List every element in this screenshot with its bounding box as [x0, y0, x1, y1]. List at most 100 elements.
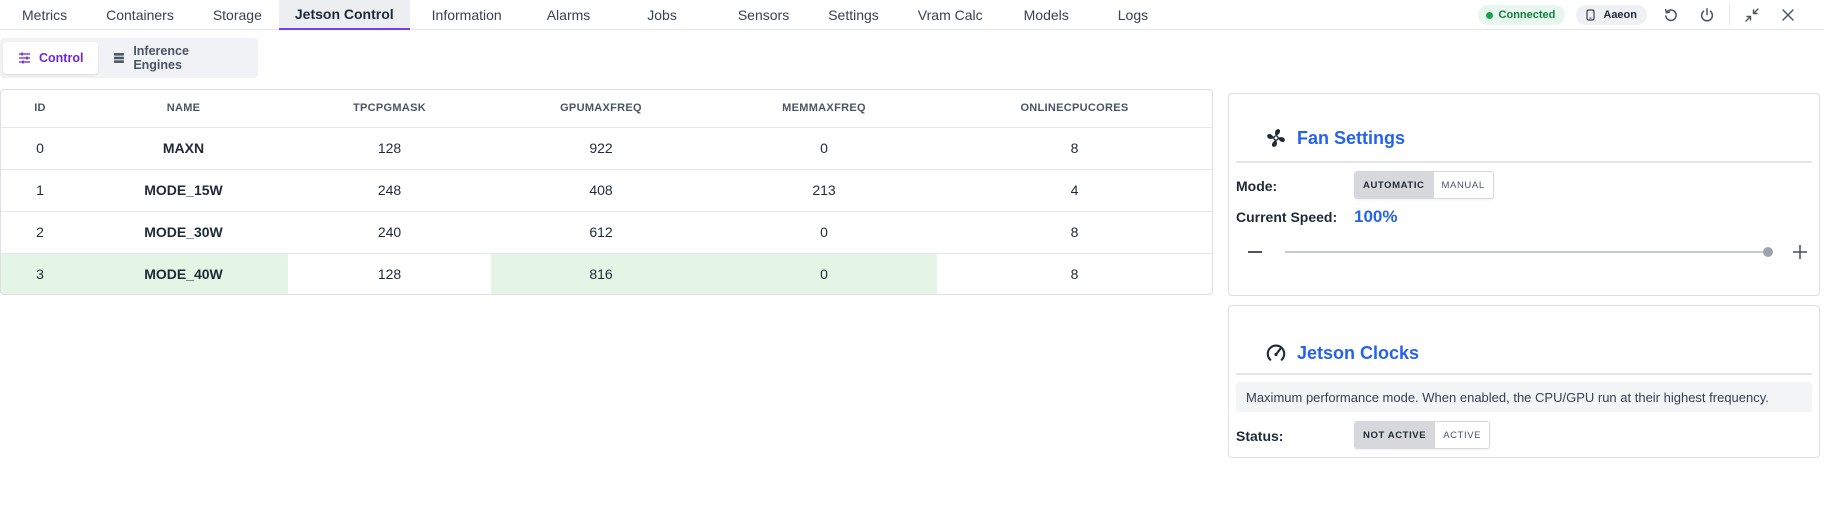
cell-gpumaxfreq: 922	[491, 127, 711, 170]
fan-settings-title-text: Fan Settings	[1297, 127, 1406, 148]
column-header-memmaxfreq[interactable]: MEMMAXFREQ	[711, 90, 937, 128]
tab-metrics[interactable]: Metrics	[0, 0, 84, 30]
jetson-clocks-card: Jetson Clocks Maximum performance mode. …	[1228, 305, 1820, 458]
cell-memmaxfreq: 213	[711, 169, 937, 212]
cell-gpumaxfreq: 408	[491, 169, 711, 212]
subtab-engines-label: Inference Engines	[133, 44, 189, 72]
cell-id: 0	[1, 127, 79, 170]
fan-icon	[1267, 129, 1285, 147]
clocks-status-label: Status:	[1236, 428, 1284, 444]
sliders-icon	[19, 52, 30, 64]
device-name: Aaeon	[1603, 9, 1637, 21]
fan-mode-manual-button[interactable]: MANUAL	[1432, 172, 1493, 198]
close-icon	[1782, 9, 1794, 21]
cell-id: 3	[1, 253, 79, 294]
cell-memmaxfreq: 0	[711, 253, 937, 294]
tab-sensors[interactable]: Sensors	[694, 0, 806, 30]
table-row[interactable]: 0 MAXN 128 922 0 8	[1, 127, 1212, 170]
status-active-button[interactable]: ACTIVE	[1434, 422, 1490, 448]
tab-alarms[interactable]: Alarms	[519, 0, 608, 30]
header-tools: Connected Aaeon	[1477, 0, 1824, 30]
close-button[interactable]	[1772, 0, 1804, 30]
header-divider	[1729, 4, 1730, 26]
column-header-tpcpgmask[interactable]: TPCPGMASK	[288, 90, 491, 128]
cell-tpcpgmask: 128	[288, 127, 491, 170]
tab-settings[interactable]: Settings	[806, 0, 896, 30]
table-header-row: ID NAME TPCPGMASK GPUMAXFREQ MEMMAXFREQ …	[1, 90, 1212, 128]
cell-name: MODE_30W	[79, 211, 288, 254]
current-speed-value: 100%	[1354, 207, 1398, 226]
current-speed-label: Current Speed:	[1236, 209, 1338, 225]
tab-jetson-control[interactable]: Jetson Control	[278, 0, 410, 30]
table-row[interactable]: 2 MODE_30W 240 612 0 8	[1, 211, 1212, 254]
connection-status-badge: Connected	[1477, 5, 1566, 25]
subtab-control-label: Control	[39, 51, 84, 65]
cell-name: MODE_40W	[79, 253, 288, 294]
speedometer-icon	[1266, 344, 1286, 361]
cell-gpumaxfreq: 816	[491, 253, 711, 294]
refresh-icon	[1664, 8, 1677, 22]
fan-settings-title: Fan Settings	[1265, 127, 1405, 149]
jetson-clocks-title: Jetson Clocks	[1265, 342, 1419, 364]
clocks-status-toggle: NOT ACTIVE ACTIVE	[1354, 421, 1491, 449]
cell-memmaxfreq: 0	[711, 127, 937, 170]
device-icon	[1586, 9, 1595, 21]
top-nav-bar: Metrics Containers Storage Jetson Contro…	[0, 0, 1824, 30]
tab-vram-calc[interactable]: Vram Calc	[896, 0, 1000, 30]
table-row[interactable]: 1 MODE_15W 248 408 213 4	[1, 169, 1212, 212]
tab-containers[interactable]: Containers	[84, 0, 191, 30]
column-header-gpumaxfreq[interactable]: GPUMAXFREQ	[491, 90, 711, 128]
cell-tpcpgmask: 128	[377, 266, 402, 283]
cell-onlinecpucores: 8	[937, 211, 1212, 254]
decrease-speed-button[interactable]	[1248, 251, 1262, 253]
power-modes-table: ID NAME TPCPGMASK GPUMAXFREQ MEMMAXFREQ …	[1, 90, 1212, 294]
tab-information[interactable]: Information	[410, 0, 519, 30]
title-divider	[1236, 373, 1812, 375]
minimize-button[interactable]	[1736, 0, 1768, 30]
jetson-clocks-description: Maximum performance mode. When enabled, …	[1236, 382, 1812, 412]
tab-jobs[interactable]: Jobs	[607, 0, 694, 30]
subtab-control[interactable]: Control	[3, 42, 99, 74]
cell-id: 2	[1, 211, 79, 254]
column-header-name[interactable]: NAME	[79, 90, 288, 128]
column-header-onlinecpucores[interactable]: ONLINECPUCORES	[937, 90, 1212, 128]
fan-mode-automatic-button[interactable]: AUTOMATIC	[1355, 172, 1433, 198]
status-not-active-button[interactable]: NOT ACTIVE	[1355, 422, 1435, 448]
cell-name: MODE_15W	[79, 169, 288, 212]
collapse-icon	[1745, 8, 1759, 22]
fan-speed-slider-row	[1236, 242, 1812, 262]
control-subtabs: Control Inference Engines	[0, 38, 258, 78]
jetson-clocks-title-text: Jetson Clocks	[1297, 342, 1420, 363]
subtab-inference-engines[interactable]: Inference Engines	[98, 42, 255, 74]
refresh-button[interactable]	[1655, 0, 1687, 30]
server-icon	[114, 53, 125, 63]
cell-tpcpgmask: 248	[288, 169, 491, 212]
cell-name: MAXN	[79, 127, 288, 170]
device-badge[interactable]: Aaeon	[1576, 5, 1647, 25]
tab-logs[interactable]: Logs	[1086, 0, 1165, 30]
tab-models[interactable]: Models	[1000, 0, 1086, 30]
status-dot-icon	[1485, 11, 1493, 19]
title-divider	[1236, 161, 1812, 163]
cell-gpumaxfreq: 612	[491, 211, 711, 254]
main-tabs: Metrics Containers Storage Jetson Contro…	[0, 0, 1165, 30]
cell-tpcpgmask: 240	[288, 211, 491, 254]
cell-onlinecpucores: 8	[937, 127, 1212, 170]
power-button[interactable]	[1691, 0, 1723, 30]
cell-onlinecpucores: 4	[937, 169, 1212, 212]
fan-mode-toggle: AUTOMATIC MANUAL	[1354, 171, 1494, 199]
column-header-id[interactable]: ID	[1, 90, 79, 128]
connection-status-text: Connected	[1498, 9, 1556, 21]
fan-mode-label: Mode:	[1236, 178, 1278, 194]
cell-memmaxfreq: 0	[711, 211, 937, 254]
fan-settings-card: Fan Settings Mode: AUTOMATIC MANUAL Curr…	[1228, 93, 1820, 296]
cell-id: 1	[1, 169, 79, 212]
power-icon	[1700, 8, 1714, 22]
fan-speed-slider-thumb[interactable]	[1763, 247, 1773, 257]
cell-onlinecpucores: 8	[1070, 266, 1079, 283]
power-modes-table-card: ID NAME TPCPGMASK GPUMAXFREQ MEMMAXFREQ …	[0, 89, 1213, 295]
table-row-selected[interactable]: 3 MODE_40W 128 816 0 8	[1, 253, 1212, 294]
increase-speed-button[interactable]	[1792, 244, 1808, 260]
tab-storage[interactable]: Storage	[191, 0, 279, 30]
fan-speed-slider-track[interactable]	[1285, 251, 1764, 253]
